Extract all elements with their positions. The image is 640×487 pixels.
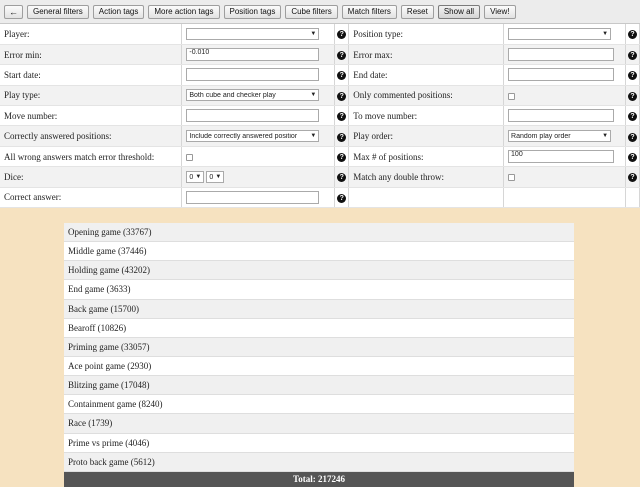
match-double-label: Match any double throw:	[348, 166, 505, 188]
only-commented-checkbox[interactable]	[508, 92, 516, 100]
filter-row: Correctly answered positions: Include co…	[0, 125, 640, 147]
to-move-number-input[interactable]	[508, 109, 615, 123]
question-circle-icon[interactable]: ?	[627, 173, 637, 183]
filter-row: Correct answer: ?	[0, 187, 640, 209]
to-move-number-label: To move number:	[348, 105, 505, 127]
end-date-input[interactable]	[508, 68, 615, 82]
toolbar: ← General filters Action tags More actio…	[0, 0, 640, 24]
list-item[interactable]: Ace point game (2930)	[64, 357, 574, 377]
filter-row: Dice: 0 ▼ 0 ▼ ? Match any double throw: ?	[0, 166, 640, 188]
question-circle-icon[interactable]: ?	[337, 193, 347, 203]
filter-row: All wrong answers match error threshold:…	[0, 146, 640, 168]
filter-row: Player: ▼ ? Position type: ▼ ?	[0, 24, 640, 45]
view-button[interactable]: View!	[484, 4, 516, 19]
end-date-label: End date:	[348, 64, 505, 86]
more-action-tags-button[interactable]: More action tags	[148, 4, 220, 19]
position-tags-list: Opening game (33767) Middle game (37446)…	[64, 223, 574, 472]
error-max-label: Error max:	[348, 44, 505, 66]
error-max-input[interactable]	[508, 48, 615, 62]
dropdown-arrow-icon: ▼	[602, 133, 609, 140]
list-item[interactable]: Containment game (8240)	[64, 395, 574, 415]
question-circle-icon[interactable]: ?	[627, 71, 637, 81]
question-circle-icon[interactable]: ?	[337, 91, 347, 101]
play-order-label: Play order:	[348, 125, 505, 147]
list-item[interactable]: Bearoff (10826)	[64, 319, 574, 338]
all-wrong-label: All wrong answers match error threshold:	[0, 146, 183, 168]
list-item[interactable]: Prime vs prime (4046)	[64, 434, 574, 453]
dropdown-arrow-icon: ▼	[310, 92, 317, 99]
list-item[interactable]: Priming game (33057)	[64, 337, 574, 357]
correct-answer-input[interactable]	[186, 190, 320, 204]
max-positions-label: Max # of positions:	[348, 146, 505, 168]
filters-table: Player: ▼ ? Position type: ▼ ? Error min…	[0, 24, 640, 209]
question-circle-icon[interactable]: ?	[627, 132, 637, 142]
play-type-label: Play type:	[0, 85, 183, 107]
dropdown-arrow-icon: ▼	[215, 174, 222, 181]
question-circle-icon[interactable]: ?	[627, 153, 637, 163]
die-1-select[interactable]: 0 ▼	[186, 171, 205, 184]
player-select[interactable]: ▼	[186, 27, 320, 40]
match-double-checkbox[interactable]	[508, 174, 516, 182]
filter-row: Play type: Both cube and checker play ▼ ?…	[0, 85, 640, 107]
play-type-select[interactable]: Both cube and checker play ▼	[186, 89, 320, 102]
max-positions-input[interactable]: 100	[508, 150, 615, 164]
list-item[interactable]: Holding game (43202)	[64, 261, 574, 281]
list-item[interactable]: End game (3633)	[64, 280, 574, 300]
filter-row: Error min: -0.010 ? Error max: ?	[0, 44, 640, 66]
die-2-select[interactable]: 0 ▼	[206, 171, 225, 184]
list-item[interactable]: Blitzing game (17048)	[64, 376, 574, 396]
question-circle-icon[interactable]: ?	[337, 51, 347, 61]
action-tags-button[interactable]: Action tags	[92, 4, 145, 19]
show-all-button[interactable]: Show all	[437, 4, 481, 19]
dropdown-arrow-icon: ▼	[602, 30, 609, 37]
question-circle-icon[interactable]: ?	[337, 153, 347, 163]
filter-row: Start date: ? End date: ?	[0, 64, 640, 86]
position-tags-button[interactable]: Position tags	[223, 4, 282, 19]
dice-label: Dice:	[0, 166, 183, 188]
arrow-left-icon: ←	[9, 6, 18, 17]
cube-filters-button[interactable]: Cube filters	[285, 4, 338, 19]
all-wrong-checkbox[interactable]	[186, 153, 194, 161]
question-circle-icon[interactable]: ?	[337, 132, 347, 142]
dropdown-arrow-icon: ▼	[310, 30, 317, 37]
dropdown-arrow-icon: ▼	[195, 174, 202, 181]
general-filters-button[interactable]: General filters	[27, 4, 89, 19]
move-number-input[interactable]	[186, 109, 320, 123]
filter-row: Move number: ? To move number: ?	[0, 105, 640, 127]
question-circle-icon[interactable]: ?	[337, 173, 347, 183]
question-circle-icon[interactable]: ?	[337, 71, 347, 81]
list-item[interactable]: Middle game (37446)	[64, 242, 574, 262]
error-min-input[interactable]: -0.010	[186, 48, 320, 62]
question-circle-icon[interactable]: ?	[627, 51, 637, 61]
match-filters-button[interactable]: Match filters	[341, 4, 397, 19]
question-circle-icon[interactable]: ?	[627, 91, 637, 101]
question-circle-icon[interactable]: ?	[627, 30, 637, 40]
list-item[interactable]: Back game (15700)	[64, 299, 574, 319]
start-date-input[interactable]	[186, 68, 320, 82]
question-circle-icon[interactable]: ?	[337, 112, 347, 122]
reset-button[interactable]: Reset	[400, 4, 434, 19]
correctly-answered-select[interactable]: Include correctly answered positior ▼	[186, 130, 320, 143]
correctly-answered-label: Correctly answered positions:	[0, 125, 183, 147]
start-date-label: Start date:	[0, 64, 183, 86]
error-min-label: Error min:	[0, 44, 183, 66]
position-type-select[interactable]: ▼	[508, 27, 612, 40]
back-button[interactable]: ←	[4, 4, 23, 19]
list-item[interactable]: Opening game (33767)	[64, 223, 574, 243]
play-order-select[interactable]: Random play order ▼	[508, 130, 612, 143]
only-commented-label: Only commented positions:	[348, 85, 505, 107]
question-circle-icon[interactable]: ?	[627, 112, 637, 122]
move-number-label: Move number:	[0, 105, 183, 127]
position-type-label: Position type:	[348, 24, 505, 45]
dropdown-arrow-icon: ▼	[310, 133, 317, 140]
question-circle-icon[interactable]: ?	[337, 30, 347, 40]
correct-answer-label: Correct answer:	[0, 187, 183, 209]
player-label: Player:	[0, 24, 183, 45]
list-item[interactable]: Race (1739)	[64, 414, 574, 434]
list-item[interactable]: Proto back game (5612)	[64, 452, 574, 472]
total-row: Total: 217246	[64, 472, 574, 487]
